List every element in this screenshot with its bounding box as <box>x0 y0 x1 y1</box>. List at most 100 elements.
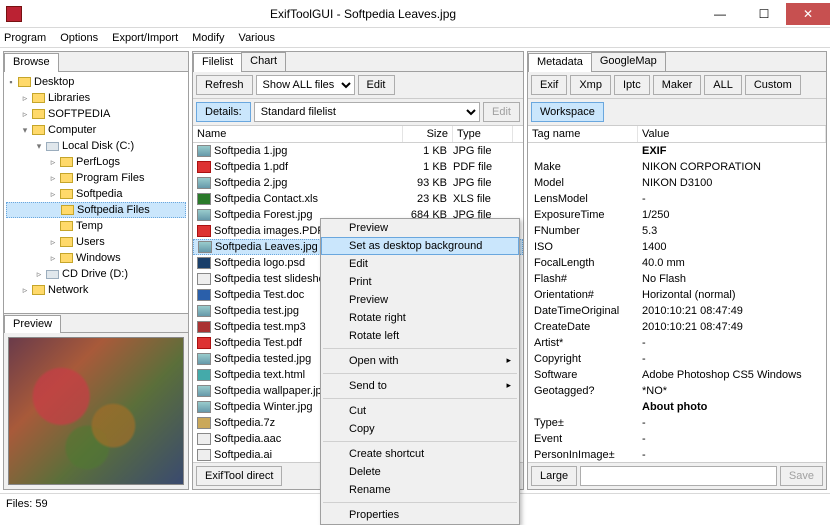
folder-tree[interactable]: ▪Desktop▹Libraries▹SOFTPEDIA▾Computer▾Lo… <box>4 72 188 313</box>
tree-item[interactable]: ▹Network <box>6 282 186 298</box>
menu-various[interactable]: Various <box>239 32 275 44</box>
ctx-preview[interactable]: Preview <box>321 219 519 237</box>
meta-btn-iptc[interactable]: Iptc <box>614 75 650 95</box>
tab-googlemap[interactable]: GoogleMap <box>591 52 666 71</box>
browse-panel: Browse ▪Desktop▹Libraries▹SOFTPEDIA▾Comp… <box>3 51 189 490</box>
filelist-header[interactable]: Name Size Type <box>193 126 523 143</box>
ctx-rotate-right[interactable]: Rotate right <box>321 309 519 327</box>
ctx-rename[interactable]: Rename <box>321 481 519 499</box>
ctx-preview[interactable]: Preview <box>321 291 519 309</box>
menu-options[interactable]: Options <box>60 32 98 44</box>
metadata-row[interactable]: ExposureTime1/250 <box>528 207 826 223</box>
tab-browse[interactable]: Browse <box>4 53 59 72</box>
refresh-button[interactable]: Refresh <box>196 75 253 95</box>
metadata-row[interactable]: Artist*- <box>528 335 826 351</box>
metadata-row[interactable]: FocalLength40.0 mm <box>528 255 826 271</box>
col-value[interactable]: Value <box>638 126 826 142</box>
preview-image <box>8 337 184 485</box>
tree-item[interactable]: ▾Computer <box>6 122 186 138</box>
filter-select[interactable]: Show ALL files <box>256 75 355 95</box>
file-icon <box>197 289 211 301</box>
col-tagname[interactable]: Tag name <box>528 126 638 142</box>
ctx-delete[interactable]: Delete <box>321 463 519 481</box>
meta-btn-maker[interactable]: Maker <box>653 75 702 95</box>
context-menu[interactable]: PreviewSet as desktop backgroundEditPrin… <box>320 218 520 525</box>
ctx-create-shortcut[interactable]: Create shortcut <box>321 445 519 463</box>
menu-modify[interactable]: Modify <box>192 32 224 44</box>
metadata-row[interactable]: Geotagged?*NO* <box>528 383 826 399</box>
tree-item[interactable]: ▹PerfLogs <box>6 154 186 170</box>
ctx-properties[interactable]: Properties <box>321 506 519 524</box>
metadata-row[interactable]: LensModel- <box>528 191 826 207</box>
tab-preview[interactable]: Preview <box>4 315 61 333</box>
listmode-select[interactable]: Standard filelist <box>254 102 480 122</box>
tree-item[interactable]: ▹Softpedia <box>6 186 186 202</box>
metadata-row[interactable]: About photo <box>528 399 826 415</box>
tab-filelist[interactable]: Filelist <box>193 53 242 72</box>
ctx-rotate-left[interactable]: Rotate left <box>321 327 519 345</box>
tab-chart[interactable]: Chart <box>241 52 286 71</box>
metadata-row[interactable]: Orientation#Horizontal (normal) <box>528 287 826 303</box>
col-type[interactable]: Type <box>453 126 513 142</box>
file-row[interactable]: Softpedia Contact.xls23 KBXLS file <box>193 191 523 207</box>
ctx-copy[interactable]: Copy <box>321 420 519 438</box>
tree-item[interactable]: Softpedia Files <box>6 202 186 218</box>
file-icon <box>197 161 211 173</box>
tree-item[interactable]: ▹SOFTPEDIA <box>6 106 186 122</box>
metadata-row[interactable]: FNumber5.3 <box>528 223 826 239</box>
tree-item[interactable]: ▹Windows <box>6 250 186 266</box>
exiftool-direct-button[interactable]: ExifTool direct <box>196 466 282 486</box>
col-size[interactable]: Size <box>403 126 453 142</box>
ctx-open-with[interactable]: Open with <box>321 352 519 370</box>
metadata-row[interactable]: Type±- <box>528 415 826 431</box>
tree-item[interactable]: ▹Users <box>6 234 186 250</box>
metadata-row[interactable]: PersonInImage±- <box>528 447 826 462</box>
file-icon <box>197 193 211 205</box>
file-row[interactable]: Softpedia 1.jpg1 KBJPG file <box>193 143 523 159</box>
file-icon <box>197 257 211 269</box>
tree-item[interactable]: ▹Program Files <box>6 170 186 186</box>
minimize-button[interactable]: — <box>698 3 742 25</box>
tree-item[interactable]: ▹CD Drive (D:) <box>6 266 186 282</box>
file-icon <box>197 353 211 365</box>
meta-btn-custom[interactable]: Custom <box>745 75 801 95</box>
large-button[interactable]: Large <box>531 466 577 486</box>
meta-btn-xmp[interactable]: Xmp <box>570 75 611 95</box>
metadata-row[interactable]: SoftwareAdobe Photoshop CS5 Windows <box>528 367 826 383</box>
ctx-set-as-desktop-background[interactable]: Set as desktop background <box>321 237 519 255</box>
workspace-button[interactable]: Workspace <box>531 102 604 122</box>
tree-item[interactable]: ▾Local Disk (C:) <box>6 138 186 154</box>
metadata-row[interactable]: MakeNIKON CORPORATION <box>528 159 826 175</box>
details-button[interactable]: Details: <box>196 102 251 122</box>
tree-item[interactable]: Temp <box>6 218 186 234</box>
file-row[interactable]: Softpedia 2.jpg93 KBJPG file <box>193 175 523 191</box>
edit-filter-button[interactable]: Edit <box>358 75 395 95</box>
metadata-row[interactable]: Copyright- <box>528 351 826 367</box>
metadata-row[interactable]: ModelNIKON D3100 <box>528 175 826 191</box>
menu-program[interactable]: Program <box>4 32 46 44</box>
tree-item[interactable]: ▪Desktop <box>6 74 186 90</box>
ctx-send-to[interactable]: Send to <box>321 377 519 395</box>
meta-btn-exif[interactable]: Exif <box>531 75 567 95</box>
ctx-print[interactable]: Print <box>321 273 519 291</box>
menu-export-import[interactable]: Export/Import <box>112 32 178 44</box>
file-row[interactable]: Softpedia 1.pdf1 KBPDF file <box>193 159 523 175</box>
metadata-header[interactable]: Tag name Value <box>528 126 826 143</box>
metadata-row[interactable]: EXIF <box>528 143 826 159</box>
close-button[interactable]: ✕ <box>786 3 830 25</box>
metadata-row[interactable]: Flash#No Flash <box>528 271 826 287</box>
metadata-row[interactable]: DateTimeOriginal2010:10:21 08:47:49 <box>528 303 826 319</box>
metadata-row[interactable]: CreateDate2010:10:21 08:47:49 <box>528 319 826 335</box>
metadata-row[interactable]: ISO1400 <box>528 239 826 255</box>
maximize-button[interactable]: ☐ <box>742 3 786 25</box>
ctx-cut[interactable]: Cut <box>321 402 519 420</box>
metadata-list[interactable]: Tag name Value EXIFMakeNIKON CORPORATION… <box>528 126 826 462</box>
ctx-edit[interactable]: Edit <box>321 255 519 273</box>
metadata-row[interactable]: Event- <box>528 431 826 447</box>
tab-metadata[interactable]: Metadata <box>528 53 592 72</box>
tree-item[interactable]: ▹Libraries <box>6 90 186 106</box>
file-icon <box>197 225 211 237</box>
col-name[interactable]: Name <box>193 126 403 142</box>
metadata-value-input[interactable] <box>580 466 777 486</box>
meta-btn-all[interactable]: ALL <box>704 75 742 95</box>
